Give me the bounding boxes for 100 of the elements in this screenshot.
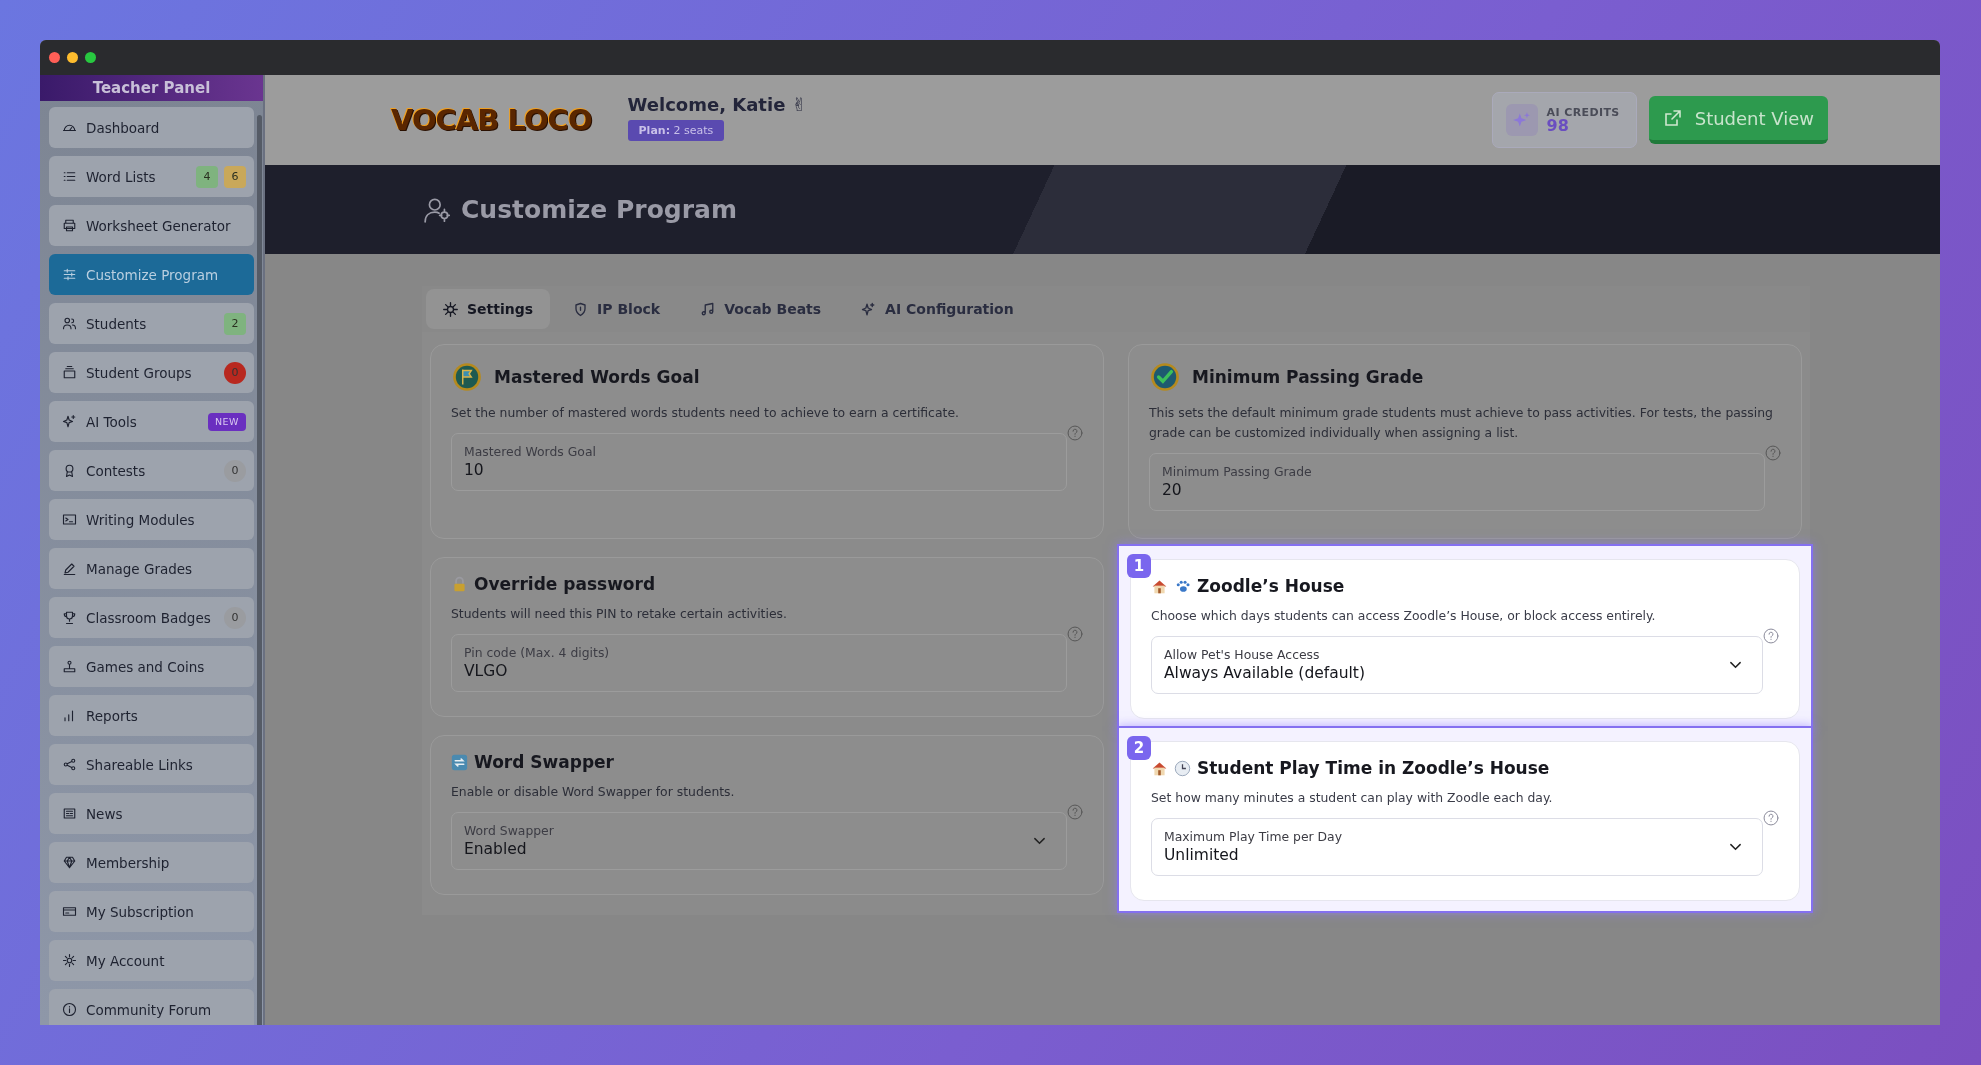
sidebar-item[interactable]: News [49, 793, 254, 834]
sidebar-label: Community Forum [86, 1001, 212, 1018]
sidebar-label: My Subscription [86, 903, 194, 920]
sidebar-item[interactable]: Customize Program [49, 254, 254, 295]
sidebar-label: Manage Grades [86, 560, 193, 577]
card-title: Minimum Passing Grade [1192, 367, 1424, 387]
step-badge: 2 [1127, 736, 1151, 760]
count-badge: 6 [224, 165, 246, 188]
card-description: Students will need this PIN to retake certain activities. [451, 605, 788, 623]
tab[interactable]: IP Block [556, 289, 678, 329]
plan-tag: Plan: 2 seats [627, 119, 725, 141]
newspaper-icon [62, 806, 77, 821]
new-tag: NEW [208, 412, 246, 431]
help-icon[interactable] [1067, 424, 1083, 441]
sidebar-item[interactable]: Worksheet Generator [49, 205, 254, 246]
gear-icon [443, 301, 458, 317]
swap-icon [451, 753, 468, 771]
tab[interactable]: AI Configuration [844, 289, 1031, 329]
dropdown[interactable]: Word Swapper Enabled [451, 811, 1067, 870]
field-label: Word Swapper [464, 823, 555, 839]
input-field[interactable]: Minimum Passing Grade 20 [1149, 452, 1765, 511]
count-badge: 0 [224, 606, 246, 629]
credits-count: 98 [1546, 117, 1569, 134]
help-icon[interactable] [1067, 803, 1083, 820]
sidebar-item[interactable]: Reports [49, 695, 254, 736]
card-title: Student Play Time in Zoodle’s House [1197, 758, 1550, 778]
count-badge: 4 [196, 165, 218, 188]
field-label: Mastered Words Goal [464, 444, 597, 460]
sparkle-icon [861, 301, 877, 317]
sidebar-label: News [86, 805, 123, 822]
page-title: Customize Program [461, 195, 737, 224]
welcome-text: Welcome, Katie ✌ [627, 93, 807, 115]
field-label: Minimum Passing Grade [1162, 464, 1313, 480]
medal-icon [451, 361, 483, 393]
help-icon[interactable] [1763, 627, 1779, 644]
card-title: Zoodle’s House [1197, 576, 1345, 596]
sidebar-item[interactable]: Manage Grades [49, 548, 254, 589]
sidebar-label: Reports [86, 707, 138, 724]
input-field[interactable]: Pin code (Max. 4 digits) VLGO [451, 633, 1067, 692]
sidebar-item[interactable]: AI Tools NEW [49, 401, 254, 442]
sidebar-item[interactable]: Student Groups 0 [49, 352, 254, 393]
card-description: Enable or disable Word Swapper for students. [451, 783, 736, 801]
tab[interactable]: Settings [426, 289, 551, 329]
sidebar-label: Classroom Badges [86, 609, 211, 626]
share-icon [62, 757, 77, 772]
field-value: Unlimited [1164, 846, 1240, 865]
minimize-icon[interactable] [67, 52, 78, 63]
help-icon[interactable] [1067, 625, 1083, 642]
field-value: 20 [1162, 481, 1183, 500]
help-icon[interactable] [1763, 809, 1779, 826]
dropdown[interactable]: Maximum Play Time per Day Unlimited [1151, 817, 1763, 876]
check-badge-icon [1149, 361, 1181, 393]
sidebar-item[interactable]: My Account [49, 940, 254, 981]
sidebar-label: Dashboard [86, 119, 160, 136]
sidebar-item[interactable]: Contests 0 [49, 450, 254, 491]
sidebar-label: Shareable Links [86, 756, 193, 773]
logo: VOCAB LOCO [391, 103, 592, 137]
sidebar-item[interactable]: Community Forum [49, 989, 254, 1025]
sidebar-item[interactable]: Classroom Badges 0 [49, 597, 254, 638]
gear-icon [62, 953, 77, 968]
sparkle-icon [1505, 104, 1538, 136]
sidebar-label: Student Groups [86, 364, 192, 381]
card-description: Choose which days students can access Zoodle’s House, or block access entirely. [1151, 607, 1657, 625]
sidebar-item[interactable]: Dashboard [49, 107, 254, 148]
lock-icon [451, 575, 468, 593]
close-icon[interactable] [49, 52, 60, 63]
sidebar-label: Membership [86, 854, 170, 871]
help-icon[interactable] [1765, 444, 1781, 461]
input-field[interactable]: Mastered Words Goal 10 [451, 432, 1067, 491]
people-icon [62, 316, 77, 331]
pencil-icon [62, 561, 77, 576]
field-value: Always Available (default) [1164, 664, 1366, 683]
card-description: Set how many minutes a student can play with Zoodle each day. [1151, 789, 1554, 807]
music-note-icon [700, 301, 716, 317]
count-badge: 0 [224, 459, 246, 482]
clock-icon [1174, 759, 1191, 777]
sidebar-label: Contests [86, 462, 146, 479]
step-badge: 1 [1127, 554, 1151, 578]
credits-label: AI CREDITS [1546, 106, 1620, 118]
sidebar-item[interactable]: Word Lists 4 6 [49, 156, 254, 197]
sidebar-label: AI Tools [86, 413, 137, 430]
sliders-icon [62, 267, 77, 282]
sidebar-item[interactable]: My Subscription [49, 891, 254, 932]
sidebar-item[interactable]: Writing Modules [49, 499, 254, 540]
dropdown[interactable]: Allow Pet's House Access Always Available (default) [1151, 635, 1763, 694]
count-badge: 0 [224, 361, 246, 384]
sidebar-label: Students [86, 315, 147, 332]
sidebar-item[interactable]: Membership [49, 842, 254, 883]
sparkle-icon [62, 414, 77, 429]
tab[interactable]: Vocab Beats [683, 289, 839, 329]
list-icon [62, 169, 77, 184]
sidebar-item[interactable]: Students 2 [49, 303, 254, 344]
maximize-icon[interactable] [85, 52, 96, 63]
sidebar-item[interactable]: Games and Coins [49, 646, 254, 687]
card-title: Mastered Words Goal [494, 367, 700, 387]
diamond-icon [62, 855, 77, 870]
external-link-icon [1662, 108, 1683, 128]
sidebar-item[interactable]: Shareable Links [49, 744, 254, 785]
field-value: Enabled [464, 840, 528, 859]
scrollbar[interactable] [257, 115, 262, 1025]
